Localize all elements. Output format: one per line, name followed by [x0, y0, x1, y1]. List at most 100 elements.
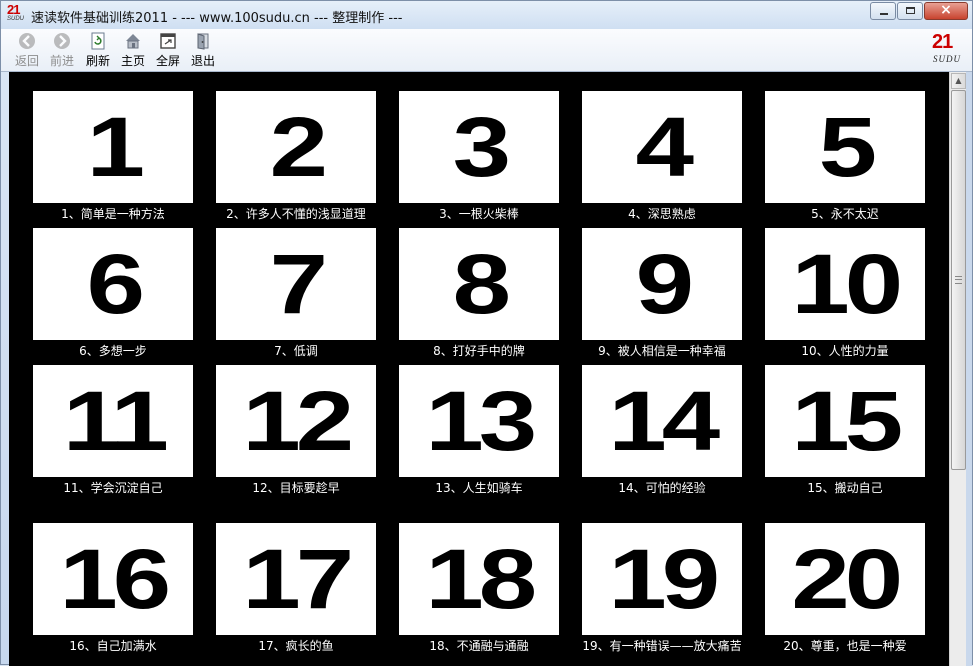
lesson-number: 13 — [425, 374, 538, 468]
lesson-item[interactable]: 14 14、可怕的经验 — [582, 365, 742, 496]
app-window: 21 SUDU 速读软件基础训练2011 - --- www.100sudu.c… — [0, 0, 973, 666]
lesson-item[interactable]: 1 1、简单是一种方法 — [33, 91, 193, 222]
lesson-card[interactable]: 9 — [582, 228, 742, 340]
lesson-caption[interactable]: 11、学会沉淀自己 — [28, 479, 198, 496]
home-icon — [126, 34, 140, 49]
lesson-caption[interactable]: 17、疯长的鱼 — [211, 637, 381, 654]
lesson-item[interactable]: 3 3、一根火柴棒 — [399, 91, 559, 222]
lesson-caption[interactable]: 13、人生如骑车 — [394, 479, 564, 496]
fullscreen-label: 全屏 — [155, 54, 180, 68]
lesson-card[interactable]: 14 — [582, 365, 742, 477]
lesson-card[interactable]: 13 — [399, 365, 559, 477]
scroll-grip-icon — [955, 276, 962, 284]
lesson-card[interactable]: 4 — [582, 91, 742, 203]
lesson-item[interactable]: 2 2、许多人不懂的浅显道理 — [216, 91, 376, 222]
lesson-caption[interactable]: 6、多想一步 — [28, 342, 198, 359]
scroll-up-button[interactable]: ▲ — [951, 73, 966, 89]
lesson-number: 8 — [452, 237, 510, 331]
lesson-caption[interactable]: 5、永不太迟 — [760, 205, 930, 222]
lesson-number: 15 — [791, 374, 904, 468]
refresh-button[interactable]: 刷新 — [81, 32, 115, 69]
lesson-item[interactable]: 13 13、人生如骑车 — [399, 365, 559, 496]
lesson-item[interactable]: 12 12、目标要趁早 — [216, 365, 376, 496]
home-label: 主页 — [120, 54, 145, 68]
lesson-number: 7 — [269, 237, 327, 331]
lesson-item[interactable]: 7 7、低调 — [216, 228, 376, 359]
lesson-number: 18 — [425, 532, 538, 626]
lesson-caption[interactable]: 2、许多人不懂的浅显道理 — [211, 205, 381, 222]
lesson-item[interactable]: 19 19、有一种错误——放大痛苦 — [582, 523, 742, 654]
lesson-number: 16 — [59, 532, 172, 626]
lesson-caption[interactable]: 9、被人相信是一种幸福 — [577, 342, 747, 359]
vertical-scrollbar[interactable]: ▲ — [949, 72, 967, 666]
back-button[interactable]: 返回 — [10, 32, 44, 69]
forward-button[interactable]: 前进 — [45, 32, 79, 69]
refresh-label: 刷新 — [85, 54, 110, 68]
lesson-caption[interactable]: 8、打好手中的牌 — [394, 342, 564, 359]
close-icon: × — [940, 2, 952, 18]
lesson-card[interactable]: 17 — [216, 523, 376, 635]
lesson-number: 3 — [452, 100, 510, 194]
lesson-item[interactable]: 4 4、深思熟虑 — [582, 91, 742, 222]
lesson-card[interactable]: 3 — [399, 91, 559, 203]
window-title: 速读软件基础训练2011 - --- www.100sudu.cn --- 整理… — [31, 11, 403, 26]
lesson-caption[interactable]: 20、尊重，也是一种爱 — [760, 637, 930, 654]
lesson-card[interactable]: 7 — [216, 228, 376, 340]
brand-logo-icon: 21 SUDU — [932, 31, 961, 64]
lesson-card[interactable]: 19 — [582, 523, 742, 635]
fullscreen-icon — [160, 33, 176, 49]
lesson-item[interactable]: 15 15、搬动自己 — [765, 365, 925, 496]
lesson-number: 1 — [86, 100, 144, 194]
lesson-item[interactable]: 18 18、不通融与通融 — [399, 523, 559, 654]
lesson-card[interactable]: 8 — [399, 228, 559, 340]
lesson-card[interactable]: 15 — [765, 365, 925, 477]
lesson-number: 17 — [242, 532, 355, 626]
toolbar: 返回 前进 刷新 主页 全屏 退出 21 SUDU — [1, 29, 972, 72]
exit-button[interactable]: 退出 — [186, 32, 220, 69]
lesson-card[interactable]: 10 — [765, 228, 925, 340]
lesson-caption[interactable]: 10、人性的力量 — [760, 342, 930, 359]
lesson-caption[interactable]: 14、可怕的经验 — [577, 479, 747, 496]
lesson-number: 9 — [635, 237, 693, 331]
lesson-caption[interactable]: 16、自己加满水 — [28, 637, 198, 654]
lesson-card[interactable]: 16 — [33, 523, 193, 635]
close-button[interactable]: × — [924, 2, 968, 20]
lesson-caption[interactable]: 4、深思熟虑 — [577, 205, 747, 222]
maximize-button[interactable] — [897, 2, 923, 20]
title-bar[interactable]: 21 SUDU 速读软件基础训练2011 - --- www.100sudu.c… — [1, 1, 972, 29]
fullscreen-button[interactable]: 全屏 — [151, 32, 185, 69]
lesson-item[interactable]: 8 8、打好手中的牌 — [399, 228, 559, 359]
lesson-item[interactable]: 9 9、被人相信是一种幸福 — [582, 228, 742, 359]
lesson-caption[interactable]: 7、低调 — [211, 342, 381, 359]
lesson-card[interactable]: 11 — [33, 365, 193, 477]
lesson-card[interactable]: 5 — [765, 91, 925, 203]
exit-door-icon — [197, 33, 209, 50]
lesson-card[interactable]: 1 — [33, 91, 193, 203]
forward-label: 前进 — [49, 54, 74, 68]
home-button[interactable]: 主页 — [116, 32, 150, 69]
lesson-caption[interactable]: 1、简单是一种方法 — [28, 205, 198, 222]
lesson-card[interactable]: 18 — [399, 523, 559, 635]
lesson-card[interactable]: 6 — [33, 228, 193, 340]
lesson-card[interactable]: 20 — [765, 523, 925, 635]
lesson-caption[interactable]: 3、一根火柴棒 — [394, 205, 564, 222]
lesson-item[interactable]: 16 16、自己加满水 — [33, 523, 193, 654]
lesson-caption[interactable]: 18、不通融与通融 — [394, 637, 564, 654]
lesson-caption[interactable]: 19、有一种错误——放大痛苦 — [577, 637, 747, 654]
refresh-icon — [91, 32, 105, 50]
lesson-item[interactable]: 17 17、疯长的鱼 — [216, 523, 376, 654]
lesson-item[interactable]: 20 20、尊重，也是一种爱 — [765, 523, 925, 654]
lesson-card[interactable]: 2 — [216, 91, 376, 203]
content-area: 1 1、简单是一种方法 2 2、许多人不懂的浅显道理 3 3、一根火柴棒 4 4、深思熟虑 5 5… — [9, 72, 949, 666]
lesson-item[interactable]: 11 11、学会沉淀自己 — [33, 365, 193, 496]
window-frame-right — [966, 72, 972, 666]
lesson-item[interactable]: 5 5、永不太迟 — [765, 91, 925, 222]
lesson-caption[interactable]: 12、目标要趁早 — [211, 479, 381, 496]
minimize-button[interactable] — [870, 2, 896, 20]
lesson-caption[interactable]: 15、搬动自己 — [760, 479, 930, 496]
lesson-card[interactable]: 12 — [216, 365, 376, 477]
lesson-item[interactable]: 10 10、人性的力量 — [765, 228, 925, 359]
lesson-item[interactable]: 6 6、多想一步 — [33, 228, 193, 359]
scroll-thumb[interactable] — [951, 90, 966, 470]
lesson-number: 14 — [608, 374, 721, 468]
